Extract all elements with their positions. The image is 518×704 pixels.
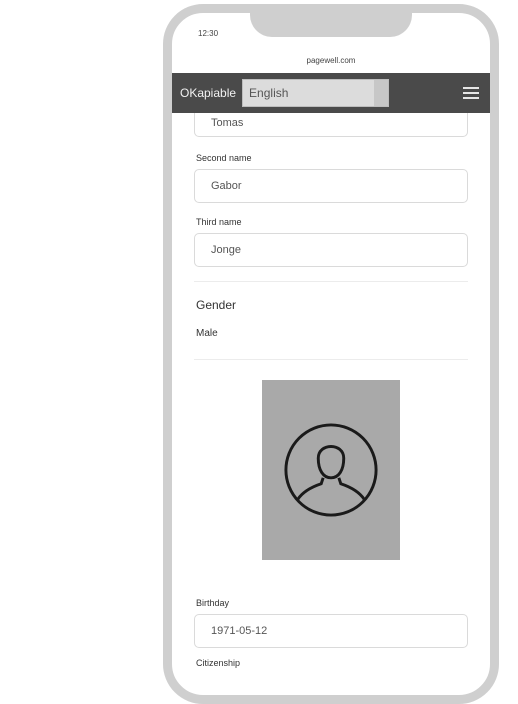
- section-divider: [194, 281, 468, 282]
- menu-line: [463, 97, 479, 99]
- second-name-field[interactable]: Gabor: [194, 169, 468, 203]
- language-select[interactable]: English: [242, 79, 390, 107]
- third-name-field[interactable]: Jonge: [194, 233, 468, 267]
- language-select-scrollbar: [374, 80, 389, 106]
- third-name-label: Third name: [196, 217, 242, 227]
- profile-form: Tomas Second name Gabor Third name Jonge…: [194, 113, 468, 668]
- first-name-field[interactable]: Tomas: [194, 113, 468, 137]
- language-value: English: [249, 86, 289, 100]
- section-divider: [194, 359, 468, 360]
- gender-value[interactable]: Male: [196, 328, 468, 339]
- menu-line: [463, 87, 479, 89]
- birthday-field[interactable]: 1971-05-12: [194, 614, 468, 648]
- next-field-label: Citizenship: [196, 658, 241, 668]
- hamburger-menu-icon[interactable]: [460, 82, 482, 104]
- second-name-label: Second name: [196, 153, 252, 163]
- status-time: 12:30: [198, 29, 219, 38]
- profile-photo-placeholder[interactable]: [262, 380, 400, 560]
- app-header: OKapiable English: [172, 73, 490, 113]
- phone-notch: [250, 13, 412, 37]
- menu-line: [463, 92, 479, 94]
- birthday-label: Birthday: [196, 598, 230, 608]
- brand-label[interactable]: OKapiable: [180, 86, 236, 100]
- gender-heading: Gender: [196, 298, 237, 312]
- browser-url[interactable]: pagewell.com: [172, 56, 490, 65]
- user-avatar-icon: [284, 423, 378, 517]
- phone-frame: 12:30 pagewell.com OKapiable English Tom…: [163, 4, 499, 704]
